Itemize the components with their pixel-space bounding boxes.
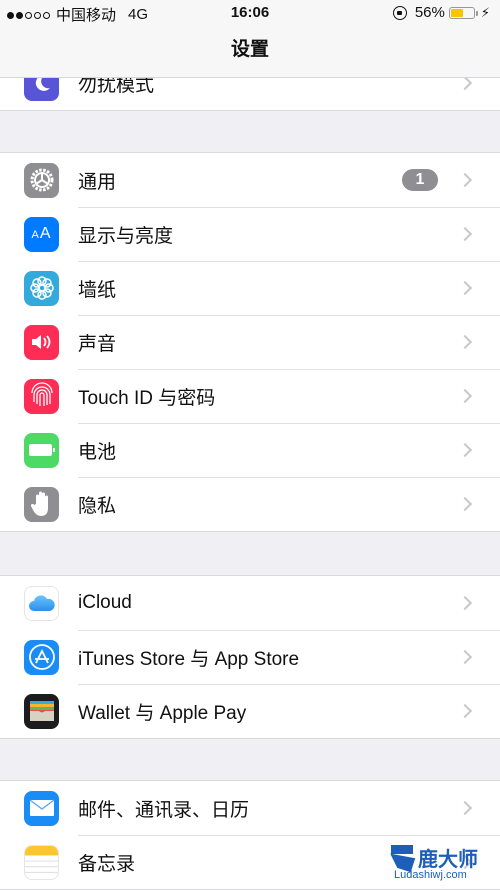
settings-group: iCloud iTunes Store 与 App Store Wallet 与 A… bbox=[0, 575, 500, 739]
row-label: 邮件、通讯录、日历 bbox=[78, 795, 460, 822]
chevron-right-icon bbox=[458, 801, 472, 815]
settings-row[interactable]: 墙纸 bbox=[0, 261, 500, 315]
chevron-right-icon bbox=[458, 281, 472, 295]
settings-row[interactable]: 通用1 bbox=[0, 153, 500, 207]
page-title: 设置 bbox=[0, 26, 500, 74]
settings-row[interactable]: AA 显示与亮度 bbox=[0, 207, 500, 261]
speaker-icon bbox=[24, 325, 59, 360]
settings-row[interactable]: 电池 bbox=[0, 423, 500, 477]
row-label: Wallet 与 Apple Pay bbox=[78, 698, 460, 725]
settings-group: 通用1 AA 显示与亮度墙纸声音 Touch ID 与密码电池隐私 bbox=[0, 152, 500, 532]
chevron-right-icon bbox=[458, 173, 472, 187]
mail-icon bbox=[24, 791, 59, 826]
bolt-icon: ⚡︎ bbox=[481, 5, 490, 21]
battery-percent: 56% bbox=[415, 4, 445, 21]
chevron-right-icon bbox=[458, 497, 472, 511]
app-store-icon bbox=[24, 640, 59, 675]
hand-icon bbox=[24, 487, 59, 522]
navigation-bar: 设置 bbox=[0, 26, 500, 78]
chevron-right-icon bbox=[458, 389, 472, 403]
settings-row[interactable]: 声音 bbox=[0, 315, 500, 369]
gear-icon bbox=[24, 163, 59, 198]
flower-icon bbox=[24, 271, 59, 306]
battery-icon bbox=[24, 433, 59, 468]
text-size-icon: AA bbox=[24, 217, 59, 252]
notes-icon bbox=[24, 845, 59, 880]
row-label: 声音 bbox=[78, 329, 460, 356]
orientation-lock-icon bbox=[393, 6, 407, 20]
row-label: 电池 bbox=[78, 437, 460, 464]
battery-icon bbox=[449, 7, 475, 19]
row-label: 显示与亮度 bbox=[78, 221, 460, 248]
row-label: iTunes Store 与 App Store bbox=[78, 644, 460, 671]
chevron-right-icon bbox=[458, 704, 472, 718]
row-label: iCloud bbox=[78, 592, 460, 614]
watermark-subtitle: Ludashiwj.com bbox=[394, 869, 467, 881]
status-bar: 中国移动 4G 16:06 56% ⚡︎ bbox=[0, 0, 500, 26]
settings-row[interactable]: Wallet 与 Apple Pay bbox=[0, 684, 500, 738]
row-label: 通用 bbox=[78, 167, 402, 194]
notification-badge: 1 bbox=[402, 169, 438, 191]
chevron-right-icon bbox=[458, 227, 472, 241]
cloud-icon bbox=[24, 586, 59, 621]
row-label: Touch ID 与密码 bbox=[78, 383, 460, 410]
row-label: 隐私 bbox=[78, 491, 460, 518]
settings-row[interactable]: iCloud bbox=[0, 576, 500, 630]
row-label: 墙纸 bbox=[78, 275, 460, 302]
settings-row[interactable]: 隐私 bbox=[0, 477, 500, 531]
chevron-right-icon bbox=[458, 443, 472, 457]
chevron-right-icon bbox=[458, 650, 472, 664]
chevron-right-icon bbox=[458, 596, 472, 610]
wallet-icon bbox=[24, 694, 59, 729]
fingerprint-icon bbox=[24, 379, 59, 414]
settings-row[interactable]: iTunes Store 与 App Store bbox=[0, 630, 500, 684]
chevron-right-icon bbox=[458, 76, 472, 90]
chevron-right-icon bbox=[458, 335, 472, 349]
watermark-title: 鹿大师 bbox=[418, 843, 478, 872]
watermark-logo: 鹿大师 Ludashiwj.com bbox=[388, 841, 488, 885]
settings-row[interactable]: Touch ID 与密码 bbox=[0, 369, 500, 423]
settings-row[interactable]: 邮件、通讯录、日历 bbox=[0, 781, 500, 835]
